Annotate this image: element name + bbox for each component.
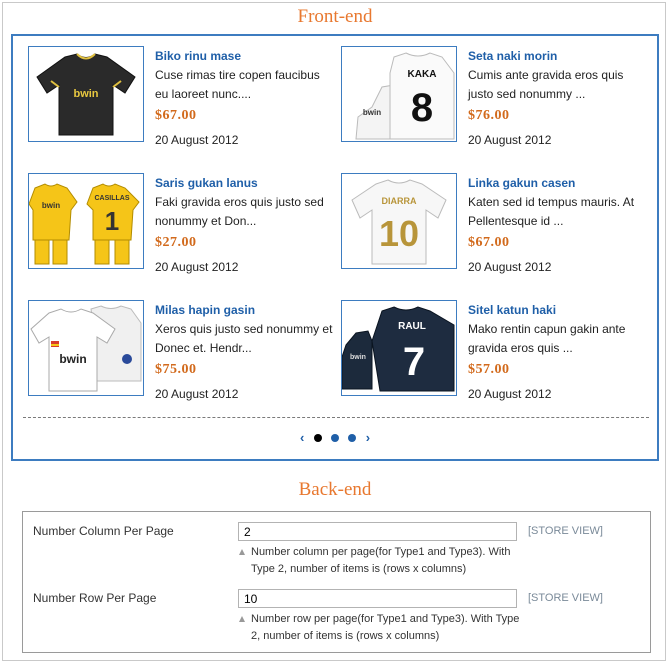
product-price: $27.00 (155, 235, 197, 250)
jersey-yellow-image: bwin CASILLAS 1 (29, 183, 140, 265)
note-triangle-icon (239, 616, 245, 622)
jersey-kaka-image: bwin KAKA 8 (355, 52, 455, 140)
product-item: bwin RAUL 7 Sitel katun haki Mako rentin… (341, 300, 641, 410)
jersey-white-image: bwin (30, 305, 142, 392)
product-date: 20 August 2012 (468, 387, 552, 401)
product-item: bwin KAKA 8 Seta naki morin Cumis ante g… (341, 46, 641, 156)
product-date: 20 August 2012 (155, 387, 239, 401)
sponsor-text: bwin (73, 88, 98, 100)
product-date: 20 August 2012 (468, 260, 552, 274)
pager-dot-3[interactable] (348, 433, 357, 442)
product-price: $57.00 (468, 362, 510, 377)
product-image[interactable]: DIARRA 10 (341, 173, 457, 269)
column-per-page-note: Number column per page(for Type1 and Typ… (239, 544, 521, 578)
prev-arrow-icon[interactable]: ‹ (297, 430, 307, 445)
note-triangle-icon (239, 549, 245, 555)
product-date: 20 August 2012 (155, 133, 239, 147)
jersey-raul-image: bwin RAUL 7 (342, 306, 455, 392)
sponsor-text: bwin (350, 354, 366, 361)
jersey-diarra-image: DIARRA 10 (351, 179, 447, 265)
row-scope-label: [STORE VIEW] (528, 592, 603, 604)
jersey-name-text: KAKA (408, 69, 437, 80)
product-description: Mako rentin capun gakin ante gravida ero… (468, 322, 626, 355)
jersey-black-image: bwin (36, 53, 136, 136)
column-per-page-input[interactable] (238, 522, 517, 541)
product-description: Faki gravida eros quis justo sed nonummy… (155, 195, 324, 228)
product-price: $67.00 (155, 108, 197, 123)
product-item: bwin CASILLAS 1 Saris gukan lanus Faki g… (28, 173, 328, 283)
jersey-number-text: 8 (411, 86, 433, 130)
pager-dot-1[interactable] (313, 433, 322, 442)
product-slider: bwin Biko rinu mase Cuse rimas tire cope… (11, 34, 659, 461)
product-name[interactable]: Biko rinu mase (155, 49, 241, 63)
product-date: 20 August 2012 (155, 260, 239, 274)
jersey-number-text: 10 (379, 213, 419, 254)
product-date: 20 August 2012 (468, 133, 552, 147)
product-image[interactable]: bwin RAUL 7 (341, 300, 457, 396)
pager-dot-2[interactable] (331, 433, 339, 442)
jersey-number-text: 1 (105, 206, 119, 236)
product-item: DIARRA 10 Linka gakun casen Katen sed id… (341, 173, 641, 283)
product-name[interactable]: Saris gukan lanus (155, 176, 258, 190)
product-price: $76.00 (468, 108, 510, 123)
jersey-number-text: 7 (403, 340, 425, 384)
sponsor-text: bwin (59, 352, 86, 366)
next-arrow-icon[interactable]: › (363, 430, 373, 445)
jersey-name-text: CASILLAS (95, 195, 130, 202)
product-description: Cumis ante gravida eros quis justo sed n… (468, 68, 624, 101)
product-image[interactable]: bwin (28, 300, 144, 396)
frontend-title: Front-end (297, 6, 373, 27)
product-name[interactable]: Linka gakun casen (468, 176, 575, 190)
product-image[interactable]: bwin KAKA 8 (341, 46, 457, 142)
slider-divider (23, 417, 649, 418)
product-description: Katen sed id tempus mauris. At Pellentes… (468, 195, 635, 228)
column-per-page-label: Number Column Per Page (33, 524, 174, 538)
product-price: $75.00 (155, 362, 197, 377)
config-panel: Number Column Per Page [STORE VIEW] Numb… (22, 511, 651, 653)
jersey-name-text: DIARRA (382, 196, 417, 206)
product-description: Cuse rimas tire copen faucibus eu laoree… (155, 68, 320, 101)
slider-pager: ‹ › (13, 430, 657, 445)
product-name[interactable]: Sitel katun haki (468, 303, 556, 317)
row-per-page-note: Number row per page(for Type1 and Type3)… (239, 611, 521, 645)
row-per-page-input[interactable] (238, 589, 517, 608)
product-price: $67.00 (468, 235, 510, 250)
sponsor-text: bwin (363, 108, 381, 117)
backend-title: Back-end (298, 479, 372, 500)
product-name[interactable]: Milas hapin gasin (155, 303, 255, 317)
sponsor-text: bwin (42, 201, 60, 210)
jersey-name-text: RAUL (398, 321, 426, 332)
column-scope-label: [STORE VIEW] (528, 525, 603, 537)
row-per-page-label: Number Row Per Page (33, 591, 157, 605)
row-note-text: Number row per page(for Type1 and Type3)… (251, 613, 520, 642)
product-name[interactable]: Seta naki morin (468, 49, 557, 63)
product-image[interactable]: bwin (28, 46, 144, 142)
product-item: bwin Biko rinu mase Cuse rimas tire cope… (28, 46, 328, 156)
product-image[interactable]: bwin CASILLAS 1 (28, 173, 144, 269)
product-description: Xeros quis justo sed nonummy et Donec et… (155, 322, 333, 355)
product-item: bwin Milas hapin gasin Xeros quis justo … (28, 300, 332, 410)
column-note-text: Number column per page(for Type1 and Typ… (251, 546, 511, 575)
